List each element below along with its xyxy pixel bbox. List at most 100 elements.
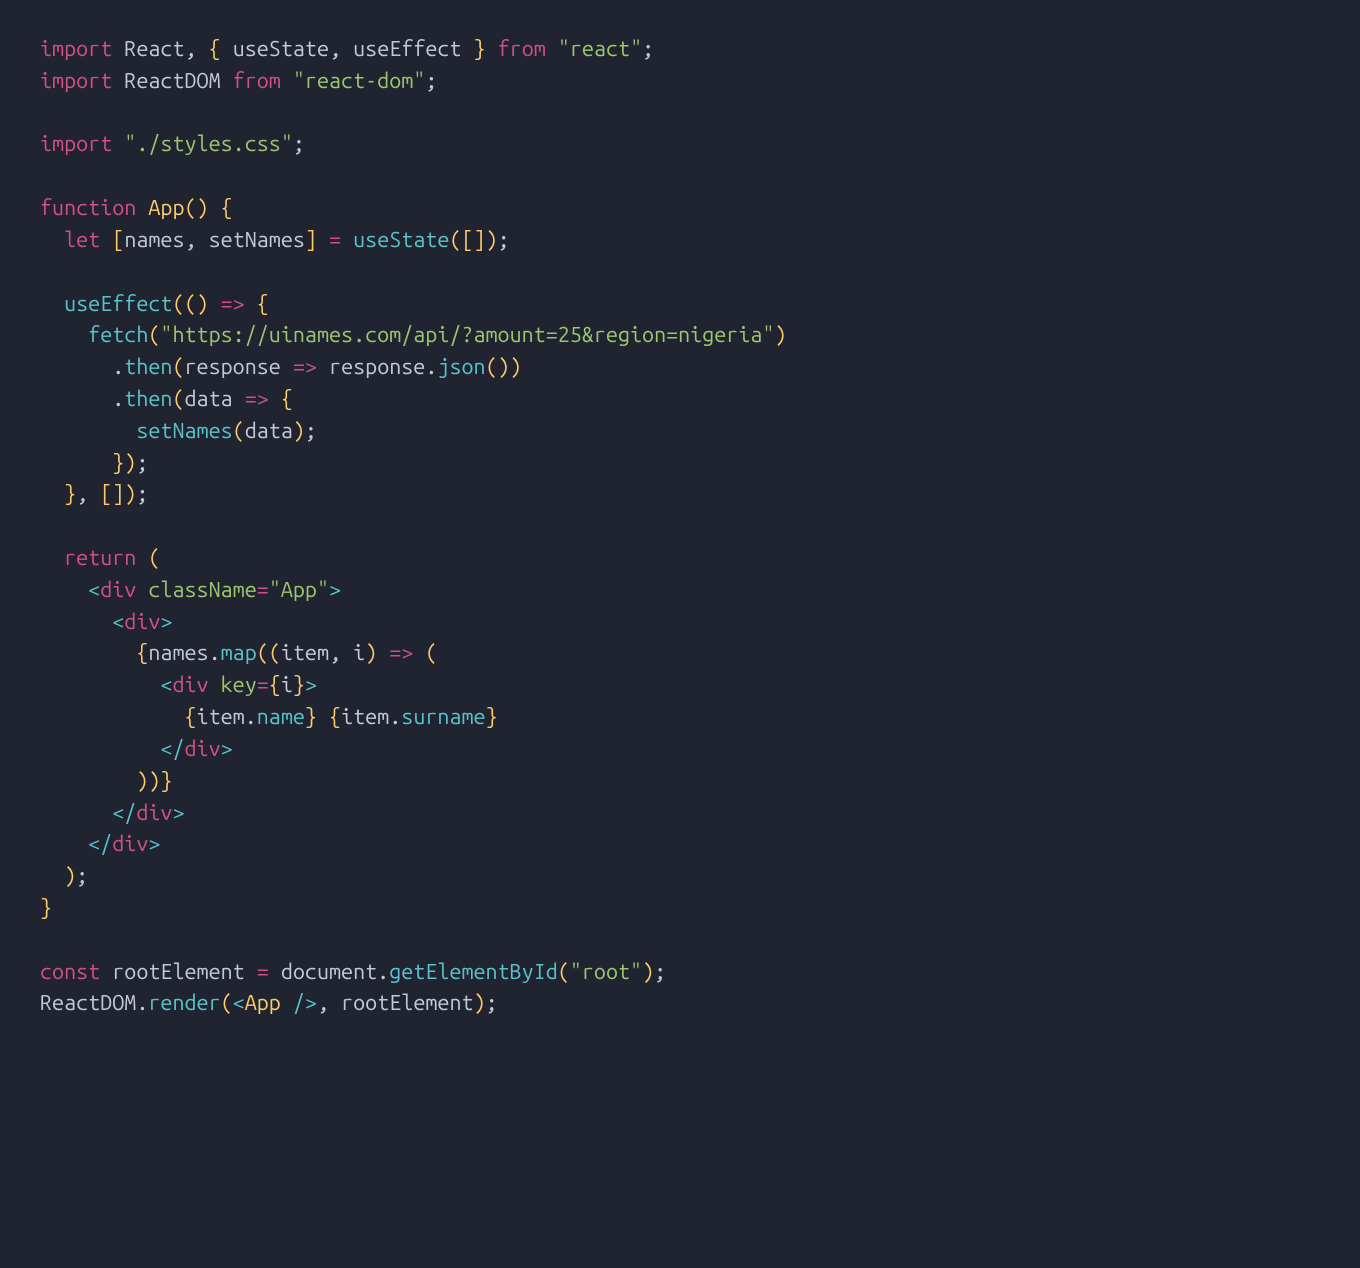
code-token [136,546,148,570]
code-token: < [88,578,100,602]
code-token [486,37,498,61]
code-token [40,323,88,347]
code-token: response [329,355,425,379]
code-line: </div> [40,829,1320,861]
code-token [40,610,112,634]
code-token [100,228,112,252]
code-token [269,960,281,984]
code-token: item [281,641,329,665]
code-token: setNames [136,419,232,443]
code-token: response [185,355,281,379]
code-token: (() [172,292,208,316]
code-token [40,769,136,793]
code-token: { [281,387,293,411]
code-token [40,355,112,379]
code-token: useState [353,228,449,252]
code-token: item [341,705,389,729]
code-token: ( [425,641,437,665]
code-token [281,355,293,379]
code-token: . [112,355,124,379]
code-token [221,37,233,61]
code-token: import [40,132,112,156]
code-token: { [184,705,196,729]
code-token: "react" [558,37,642,61]
code-token: from [498,37,546,61]
code-token: ( [221,991,233,1015]
code-token: /> [293,991,317,1015]
code-token: { [329,705,341,729]
code-token: div [112,832,148,856]
code-token [40,292,64,316]
code-token: ; [425,69,437,93]
code-token: => [221,292,245,316]
code-token: { [209,37,221,61]
code-token [40,832,88,856]
code-token: } [305,705,317,729]
code-token [245,292,257,316]
code-token: name [257,705,305,729]
code-token: data [245,419,293,443]
code-token: fetch [88,323,148,347]
code-token [377,641,389,665]
code-token: , [185,228,209,252]
code-token: = [257,578,269,602]
code-token [40,387,112,411]
code-token: render [148,991,220,1015]
code-line: {item.name} {item.surname} [40,702,1320,734]
code-token: ) [642,960,654,984]
code-token: { [221,196,233,220]
code-line: .then(response => response.json()) [40,352,1320,384]
code-token: (( [257,641,281,665]
code-line: setNames(data); [40,416,1320,448]
code-token: </ [112,801,136,825]
code-token: , [185,37,209,61]
code-token: ))} [136,769,172,793]
code-token: , [329,37,353,61]
code-token: then [124,355,172,379]
code-token: div [136,801,172,825]
code-token [209,196,221,220]
code-token [221,69,233,93]
code-token: = [329,228,341,252]
code-token [317,228,329,252]
code-token: ([]) [449,228,497,252]
code-token [40,419,136,443]
code-token: names [124,228,184,252]
code-token: let [64,228,100,252]
code-token: "https://uinames.com/api/?amount=25&regi… [160,323,774,347]
code-token: => [245,387,269,411]
code-token [461,37,473,61]
code-token: ( [558,960,570,984]
code-token: > [329,578,341,602]
code-line: ReactDOM.render(<App />, rootElement); [40,988,1320,1020]
code-token: </ [160,737,184,761]
code-line: const rootElement = document.getElementB… [40,957,1320,989]
code-line [40,511,1320,543]
code-line: <div> [40,607,1320,639]
code-token: ] [305,228,317,252]
code-line [40,98,1320,130]
code-token: surname [401,705,485,729]
code-token [546,37,558,61]
code-line: <div className="App"> [40,575,1320,607]
code-token: ) [64,864,76,888]
code-token: ( [148,546,160,570]
code-token: </ [88,832,112,856]
code-token [317,705,329,729]
code-line: return ( [40,543,1320,575]
code-token: . [377,960,389,984]
code-line: }); [40,448,1320,480]
code-token [281,991,293,1015]
code-token: "./styles.css" [124,132,293,156]
code-line: <div key={i}> [40,670,1320,702]
code-token: < [233,991,245,1015]
code-token [40,801,112,825]
code-token [40,864,64,888]
code-token [40,482,64,506]
code-token: . [425,355,437,379]
code-token: item [197,705,245,729]
code-token [40,737,160,761]
code-token: const [40,960,100,984]
code-token: import [40,69,112,93]
code-token: ( [172,355,184,379]
